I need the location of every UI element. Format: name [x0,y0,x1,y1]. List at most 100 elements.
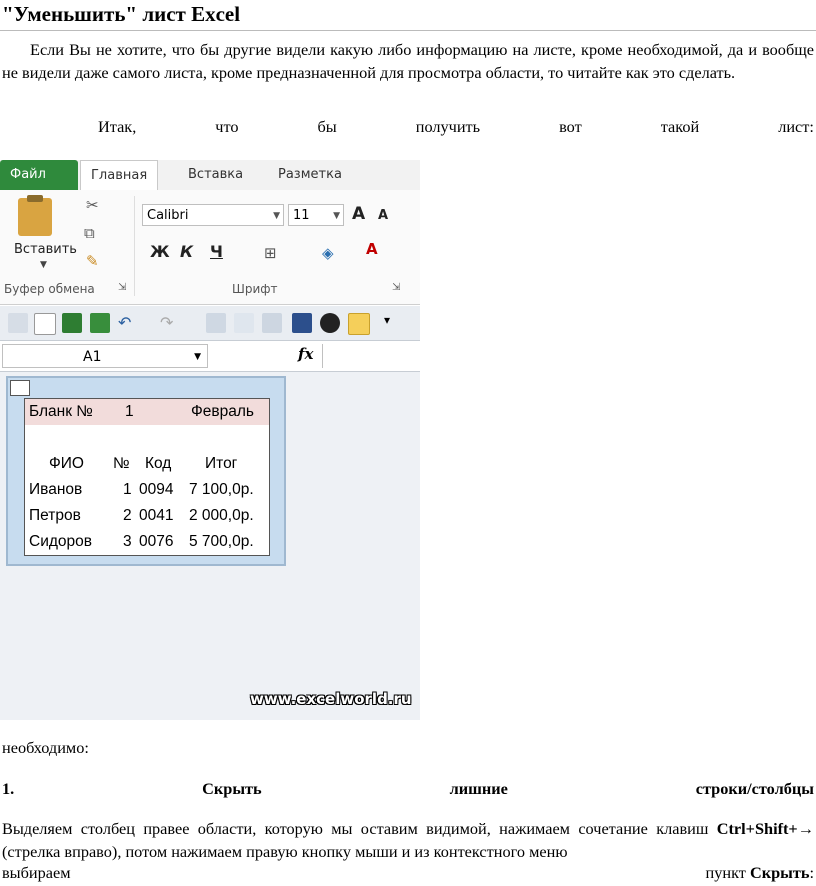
font-color-icon[interactable]: A [366,240,378,258]
customize-toolbar-icon[interactable]: ▾ [384,313,404,333]
table-cell[interactable]: 2 [123,503,132,529]
text-line: необходимо: [2,738,89,757]
formula-bar: A1 ▼ fx [0,341,420,372]
word: Скрыть [202,779,262,798]
table-cell[interactable]: 0076 [139,529,173,555]
page-title: "Уменьшить" лист Excel [2,2,241,26]
table-cell[interactable]: Февраль [191,399,254,425]
tab-insert[interactable]: Вставка [178,160,253,190]
word: Итак, [98,117,137,136]
group-separator [134,196,135,296]
formula-input[interactable] [322,344,420,368]
instruction-text: Выделяем столбец правее области, которую… [2,819,717,838]
font-name-value: Calibri [147,208,189,223]
record-icon[interactable] [320,313,340,333]
table-cell[interactable]: Петров [29,503,81,529]
word: бы [317,117,337,136]
font-size-value: 11 [293,208,310,223]
chevron-down-icon[interactable]: ▼ [40,260,47,270]
fill-color-icon[interactable]: ◈ [322,244,334,262]
underline-button[interactable]: Ч [210,242,223,261]
table-cell[interactable]: 5 700,0р. [189,529,254,555]
select-all-corner[interactable] [10,380,30,396]
name-box-value: A1 [83,349,102,365]
clipboard-group-label: Буфер обмена [4,282,95,296]
document-icon[interactable] [234,313,254,333]
fx-icon[interactable]: fx [298,345,313,363]
refresh-icon[interactable] [206,313,226,333]
new-document-icon[interactable] [34,313,56,335]
tab-page-layout[interactable]: Разметка страницы [268,160,420,212]
italic-button[interactable]: К [180,242,193,261]
table-cell[interactable]: 2 000,0р. [189,503,254,529]
word: вот [559,117,582,136]
shrink-font-button[interactable]: A [378,208,388,223]
format-painter-icon[interactable]: ✎ [86,252,99,270]
instruction-paragraph: Выделяем столбец правее области, которую… [2,817,814,863]
paste-button[interactable]: Вставить [14,242,77,257]
shortcut-keys: Ctrl+Shift+→ [716,819,814,838]
borders-icon[interactable]: ⊞ [264,244,277,262]
chevron-down-icon: ▼ [194,352,201,362]
word: выбираем [2,863,71,882]
table-cell[interactable]: Бланк № [29,399,93,425]
redo-icon[interactable]: ↷ [160,313,180,333]
font-size-select[interactable]: 11 ▼ [288,204,344,226]
excel-icon[interactable] [62,313,82,333]
word: что [215,117,239,136]
tab-file[interactable]: Файл [0,160,78,190]
visible-range: Бланк № 1 Февраль ФИО № Код Итог Иванов … [6,376,286,566]
dialog-launcher-icon[interactable]: ⇲ [392,282,400,293]
title-divider [0,30,816,31]
menu-item-reference: пункт Скрыть: [706,863,815,883]
data-table: Бланк № 1 Февраль ФИО № Код Итог Иванов … [24,398,270,556]
table-header[interactable]: № [113,451,130,477]
font-name-select[interactable]: Calibri ▼ [142,204,284,226]
table-cell[interactable]: 0094 [139,477,173,503]
table-header[interactable]: Код [145,451,171,477]
grow-font-button[interactable]: A [352,204,365,224]
word: такой [660,117,700,136]
step-number: 1. [2,779,15,798]
word: лист: [778,117,814,136]
name-box[interactable]: A1 ▼ [2,344,208,368]
instruction-last-line: выбираем пункт Скрыть: [2,863,814,883]
quick-access-toolbar: ↶ ↷ ▾ [0,306,420,341]
tab-home[interactable]: Главная [80,160,159,192]
bold-button[interactable]: Ж [150,242,170,261]
table-icon[interactable] [262,313,282,333]
undo-icon[interactable]: ↶ [118,313,138,333]
step-heading: 1. Скрыть лишние строки/столбцы [2,779,814,799]
excel-icon[interactable] [90,313,110,333]
word: получить [415,117,481,136]
table-cell[interactable]: 3 [123,529,132,555]
calc-icon[interactable] [8,313,28,333]
table-row: Бланк № 1 Февраль [25,399,269,425]
clipboard-icon[interactable] [18,195,52,236]
table-cell[interactable]: 1 [125,399,134,425]
grid-icon[interactable] [292,313,312,333]
instruction-text: (стрелка вправо), потом нажимаем правую … [2,842,568,861]
copy-icon[interactable]: ⧉ [84,224,95,242]
intro-paragraph: Если Вы не хотите, что бы другие видели … [2,40,814,82]
ribbon: Вставить ▼ ✂ ⧉ ✎ Буфер обмена ⇲ Calibri … [0,190,420,305]
word: пункт [705,863,750,882]
word: лишние [449,779,508,798]
excel-screenshot: Файл Главная Вставка Разметка страницы В… [0,160,420,720]
lock-icon[interactable] [348,313,370,335]
table-header[interactable]: ФИО [49,451,84,477]
table-cell[interactable]: 7 100,0р. [189,477,254,503]
sheet-area: Бланк № 1 Февраль ФИО № Код Итог Иванов … [0,372,420,720]
spread-line: Итак, что бы получить вот такой лист: [2,117,814,137]
font-group-label: Шрифт [232,282,278,296]
dialog-launcher-icon[interactable]: ⇲ [118,282,126,293]
table-header[interactable]: Итог [205,451,237,477]
chevron-down-icon: ▼ [333,211,340,221]
table-cell[interactable]: Иванов [29,477,82,503]
word: строки/столбцы [695,779,814,798]
cut-icon[interactable]: ✂ [86,196,99,214]
table-cell[interactable]: Сидоров [29,529,92,555]
table-cell[interactable]: 0041 [139,503,173,529]
menu-item-name: Скрыть [749,863,810,882]
table-cell[interactable]: 1 [123,477,132,503]
